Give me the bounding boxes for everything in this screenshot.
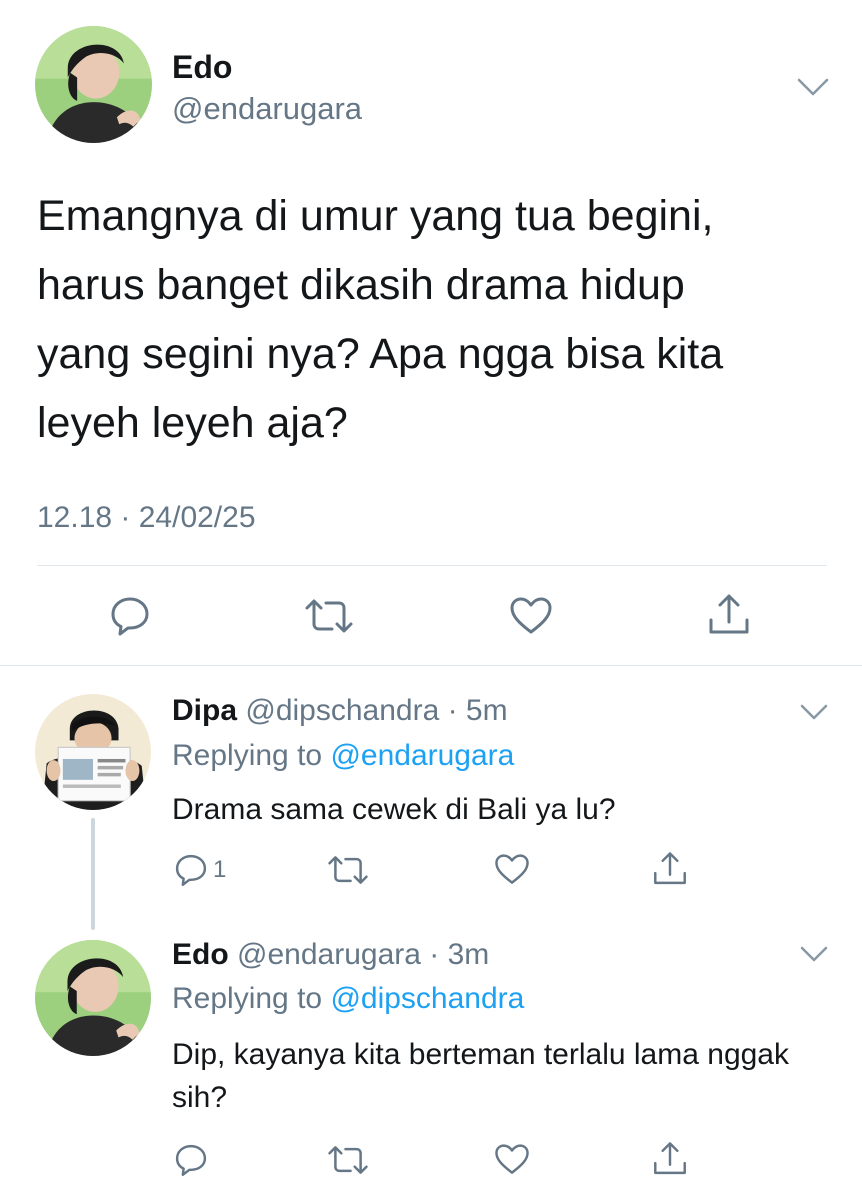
reply-icon — [111, 597, 149, 636]
tweet-time[interactable]: · 5m — [448, 694, 508, 727]
share-icon — [709, 594, 749, 634]
user-handle[interactable]: @dipschandra — [245, 694, 439, 727]
share-button[interactable] — [652, 1140, 688, 1178]
share-icon — [654, 852, 686, 885]
replying-label: Replying to — [172, 739, 323, 772]
retweet-button[interactable] — [304, 596, 354, 636]
reply-header: Edo @endarugara · 3m — [172, 937, 489, 973]
chevron-down-icon[interactable] — [795, 72, 831, 102]
reply-button[interactable] — [108, 594, 152, 638]
divider — [37, 565, 827, 566]
reply-text: Drama sama cewek di Bali ya lu? — [172, 793, 616, 826]
chevron-down-icon[interactable] — [799, 700, 829, 724]
replying-to: Replying to @endarugara — [172, 738, 514, 774]
retweet-icon — [328, 1146, 368, 1174]
tweet-text-line: yang segini nya? Apa ngga bisa kita — [37, 330, 724, 378]
thread-line — [91, 818, 95, 930]
display-name[interactable]: Edo — [172, 48, 232, 86]
reply-icon — [175, 854, 207, 886]
reply-button[interactable]: 1 — [173, 852, 226, 888]
user-handle[interactable]: @endarugara — [172, 90, 362, 128]
reply-count: 1 — [213, 856, 227, 883]
chevron-down-icon[interactable] — [799, 942, 829, 966]
reply-icon — [175, 1144, 207, 1176]
replying-label: Replying to — [172, 982, 323, 1015]
divider — [0, 665, 862, 666]
retweet-button[interactable] — [327, 853, 369, 887]
tweet-timestamp[interactable]: 12.18 · 24/02/25 — [37, 500, 256, 536]
avatar-photo — [35, 694, 151, 810]
reply-text: Dip, kayanya kita berteman terlalu lama … — [172, 1038, 789, 1114]
replying-to: Replying to @dipschandra — [172, 981, 524, 1017]
reply-button[interactable] — [173, 1142, 209, 1178]
mention-link[interactable]: @endarugara — [330, 739, 514, 772]
share-button[interactable] — [652, 850, 688, 888]
like-button[interactable] — [494, 853, 530, 886]
reply-header: Dipa @dipschandra · 5m — [172, 693, 508, 729]
retweet-icon — [305, 599, 353, 633]
avatar[interactable] — [35, 940, 151, 1056]
tweet-text: Emangnya di umur yang tua begini, harus … — [37, 182, 827, 458]
mention-link[interactable]: @dipschandra — [330, 982, 524, 1015]
avatar[interactable] — [35, 26, 152, 143]
avatar-photo — [35, 940, 151, 1056]
tweet-time[interactable]: · 3m — [429, 938, 489, 971]
like-button[interactable] — [509, 596, 553, 636]
tweet-text-line: leyeh leyeh aja? — [37, 399, 348, 447]
avatar-photo — [35, 26, 152, 143]
retweet-icon — [328, 856, 368, 884]
retweet-button[interactable] — [327, 1143, 369, 1177]
share-button[interactable] — [707, 592, 751, 638]
like-button[interactable] — [494, 1143, 530, 1176]
main-tweet: Edo @endarugara Emangnya di umur yang tu… — [0, 0, 862, 665]
tweet-text-line: harus banget dikasih drama hidup — [37, 261, 685, 309]
display-name[interactable]: Dipa — [172, 694, 237, 727]
user-handle[interactable]: @endarugara — [237, 938, 421, 971]
display-name[interactable]: Edo — [172, 938, 229, 971]
tweet-text-line: Emangnya di umur yang tua begini, — [37, 192, 714, 240]
avatar[interactable] — [35, 694, 151, 810]
like-icon — [510, 597, 552, 634]
share-icon — [654, 1142, 686, 1175]
like-icon — [495, 1144, 529, 1174]
like-icon — [495, 854, 529, 884]
